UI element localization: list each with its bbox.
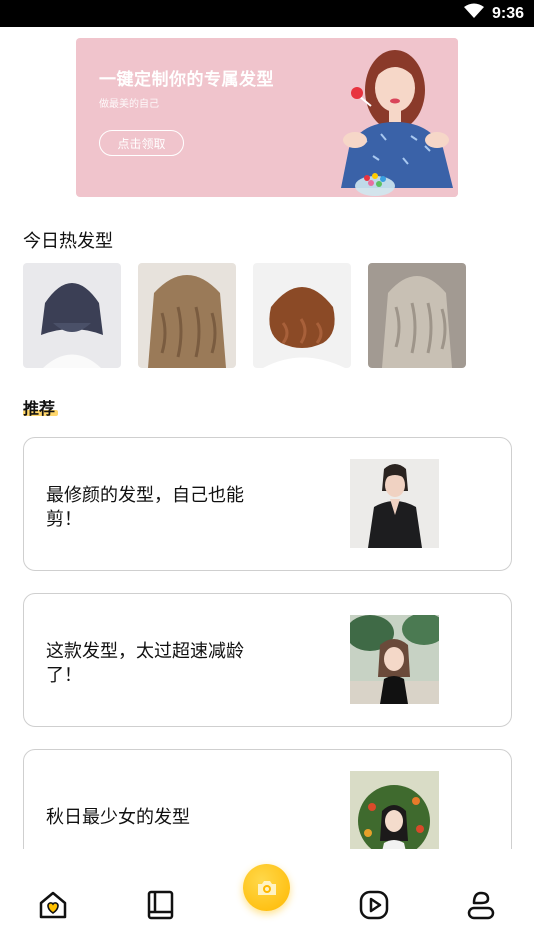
recommend-card[interactable]: 最修颜的发型，自己也能剪！ — [23, 437, 512, 571]
camera-button[interactable] — [243, 864, 290, 911]
hair-photo-1[interactable] — [23, 263, 121, 368]
recommend-card-title: 最修颜的发型，自己也能剪！ — [46, 485, 244, 529]
book-icon[interactable] — [140, 885, 180, 925]
hair-photo-4[interactable] — [368, 263, 466, 368]
recommend-card-image — [350, 459, 439, 548]
banner-model-image — [321, 38, 458, 197]
hot-section-title: 今日热发型 — [23, 231, 113, 251]
recommend-card[interactable]: 这款发型，太过超速减龄了！ — [23, 593, 512, 727]
hot-hairstyle-list — [23, 263, 466, 368]
claim-button[interactable]: 点击领取 — [99, 130, 184, 156]
banner-subtitle: 做最美的自己 — [99, 99, 159, 110]
profile-icon[interactable] — [461, 885, 501, 925]
play-icon[interactable] — [354, 885, 394, 925]
hair-photo-2[interactable] — [138, 263, 236, 368]
promo-banner[interactable]: 一键定制你的专属发型 做最美的自己 点击领取 — [76, 38, 458, 197]
recommend-card-title: 秋日最少女的发型 — [46, 807, 190, 827]
status-time: 9:36 — [491, 4, 524, 22]
banner-title: 一键定制你的专属发型 — [99, 70, 274, 89]
status-icons: 9:36 — [463, 0, 524, 27]
recommend-card-image — [350, 615, 439, 704]
status-bar: 9:36 — [0, 0, 534, 27]
bottom-navigation — [0, 849, 534, 949]
recommend-section-title: 推荐 — [23, 401, 56, 418]
wifi-icon — [463, 3, 484, 24]
recommend-card-image — [350, 771, 439, 860]
home-icon[interactable] — [33, 885, 73, 925]
hair-photo-3[interactable] — [253, 263, 351, 368]
camera-icon — [257, 880, 276, 895]
recommend-card-title: 这款发型，太过超速减龄了！ — [46, 641, 244, 685]
